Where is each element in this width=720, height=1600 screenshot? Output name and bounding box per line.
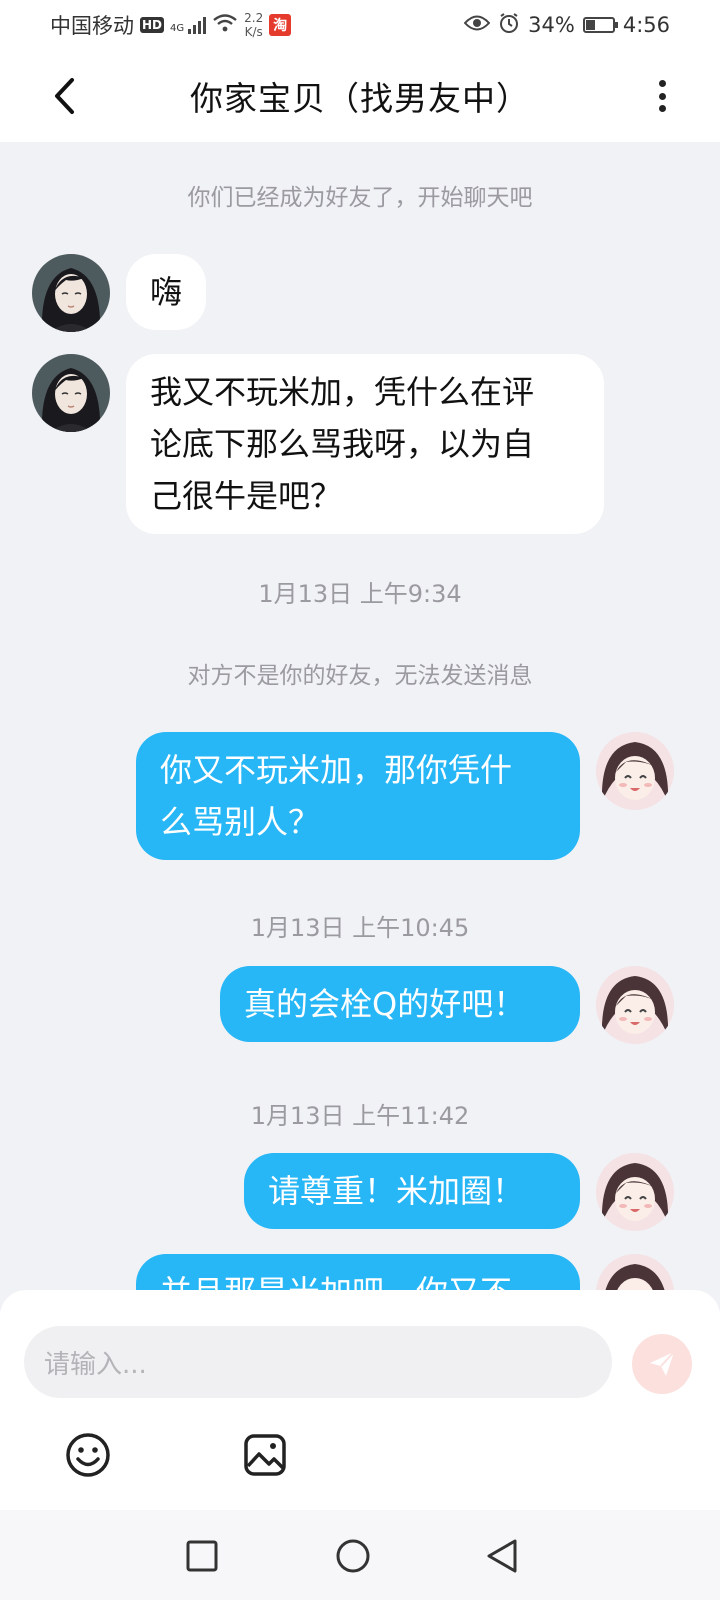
my-avatar[interactable] [596,1153,674,1231]
more-options-button[interactable] [644,74,680,118]
chat-title: 你家宝贝（找男友中） [190,79,530,118]
anime-girl-avatar-icon [596,1153,674,1231]
image-button[interactable] [240,1430,290,1480]
anime-girl-avatar-icon [596,966,674,1044]
home-button[interactable] [333,1536,373,1576]
message-line: 你又不玩米加，那你凭什 [160,751,513,789]
message-line: 己很牛是吧？ [150,477,343,515]
recent-apps-button[interactable] [182,1536,222,1576]
eye-icon [463,13,491,37]
message-text: 嗨 [150,273,183,311]
battery-fill [585,20,595,30]
timestamp: 1月13日 上午9:34 [258,580,462,608]
system-nav-bar [0,1510,720,1600]
chat-header: 你家宝贝（找男友中） [0,50,720,142]
triangle-back-icon [487,1539,517,1573]
emoji-button[interactable] [63,1430,113,1480]
status-bar: 中国移动 HD 4G 2.2 K/s 淘 34% 4:56 [0,0,720,50]
send-button[interactable] [632,1334,692,1394]
more-vertical-icon-dot [658,105,666,112]
clock-time: 4:56 [622,13,670,37]
alarm-icon [498,12,520,39]
network-type-label: 4G [170,23,185,34]
message-line: 论底下那么骂我呀，以为自 [150,425,535,463]
dark-hair-girl-avatar-icon [32,354,110,432]
wifi-icon [212,13,238,38]
outgoing-message[interactable]: 请尊重！米加圈！ [244,1153,580,1229]
message-text: 请尊重！米加圈！ [268,1172,525,1210]
input-panel: 请输入... [0,1290,720,1510]
more-vertical-icon-dot [658,92,666,100]
message-input[interactable]: 请输入... [24,1326,612,1398]
system-message-not-friend: 对方不是你的好友，无法发送消息 [187,663,533,689]
outgoing-message[interactable]: 真的会栓Q的好吧！ [220,966,580,1042]
my-avatar[interactable] [596,1254,674,1292]
my-avatar[interactable] [596,732,674,810]
contact-avatar[interactable] [32,354,110,432]
anime-girl-avatar-icon [596,1254,674,1292]
outgoing-message[interactable]: 并且那是米加吧，你又不 [136,1254,580,1292]
incoming-message[interactable]: 我又不玩米加，凭什么在评 论底下那么骂我呀，以为自 己很牛是吧？ [126,354,604,534]
message-line: 么骂别人？ [160,803,321,841]
contact-avatar[interactable] [32,254,110,332]
message-input-placeholder: 请输入... [44,1349,147,1380]
taobao-notification-icon: 淘 [269,14,292,36]
status-right: 34% 4:56 [463,12,670,39]
message-line: 我又不玩米加，凭什么在评 [150,373,535,411]
hd-badge: HD [140,17,165,33]
back-button[interactable] [44,76,84,116]
net-speed-value: 2.2 [244,11,264,25]
battery-percent: 34% [528,13,575,37]
incoming-message[interactable]: 嗨 [126,254,207,330]
image-icon [244,1434,286,1476]
outgoing-message[interactable]: 你又不玩米加，那你凭什 么骂别人？ [136,732,580,860]
message-text: 真的会栓Q的好吧！ [244,985,526,1023]
chat-messages[interactable]: 你们已经成为好友了，开始聊天吧 嗨 我又不玩米加，凭什么在评 论底下那么骂我呀，… [0,142,720,1292]
dark-hair-girl-avatar-icon [32,254,110,332]
circle-icon [336,1539,370,1573]
net-speed: 2.2 K/s [244,11,263,39]
signal-icon: 4G [170,16,207,34]
more-vertical-icon-dot [658,80,666,87]
send-icon [650,1351,675,1376]
my-avatar[interactable] [596,966,674,1044]
nav-back-button[interactable] [482,1536,522,1576]
chevron-left-icon [55,78,74,114]
net-speed-unit: K/s [244,25,263,39]
status-left: 中国移动 HD 4G 2.2 K/s 淘 [50,10,292,40]
square-icon [186,1540,218,1572]
timestamp: 1月13日 上午11:42 [250,1102,470,1130]
emoji-icon [66,1433,110,1477]
timestamp: 1月13日 上午10:45 [250,914,470,942]
system-message-friends: 你们已经成为好友了，开始聊天吧 [187,185,533,211]
carrier-label: 中国移动 [50,14,134,38]
battery-icon [582,17,618,33]
anime-girl-avatar-icon [596,732,674,810]
